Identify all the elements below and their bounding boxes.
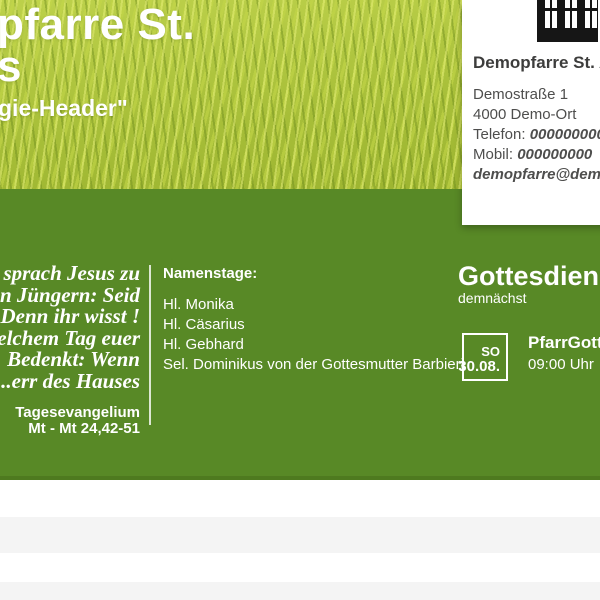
parish-name: Demopfarre St. Agnes: [473, 53, 600, 73]
page: pfarre St. s gie-Header" Demopfarre St. …: [0, 0, 600, 600]
daily-gospel-verse: sprach Jesus zu n Jüngern: Seid ! Denn i…: [0, 263, 140, 392]
info-band: sprach Jesus zu n Jüngern: Seid ! Denn i…: [0, 189, 600, 480]
site-title-line1: pfarre St.: [0, 3, 195, 47]
logo-window-icon: [585, 0, 597, 28]
event-time: 09:00 Uhr: [528, 356, 600, 373]
verse-line: err des Hauses...: [0, 371, 140, 393]
namenstage-item: Hl. Monika: [163, 295, 464, 315]
verse-line: n Jüngern: Seid: [0, 285, 140, 307]
service-event-row[interactable]: SO 30.08. PfarrGottesdienst 09:00 Uhr: [462, 333, 600, 381]
verse-line: sprach Jesus zu: [0, 263, 140, 285]
namenstage-heading: Namenstage:: [163, 266, 464, 282]
content-band-gray-1: [0, 517, 600, 553]
services-heading: Gottesdienste: [458, 262, 600, 290]
services-subheading: demnächst: [458, 290, 600, 306]
mobile-label: Mobil:: [473, 146, 513, 163]
namenstage-section: Namenstage: Hl. Monika Hl. Cäsarius Hl. …: [163, 266, 464, 375]
address-street: Demostraße 1: [473, 85, 600, 105]
namenstage-item: Hl. Gebhard: [163, 335, 464, 355]
site-subtitle: gie-Header": [0, 97, 128, 120]
event-title: PfarrGottesdienst: [528, 333, 600, 352]
vertical-divider: [149, 265, 151, 425]
contact-card: Demopfarre St. Agnes Demostraße 1 4000 D…: [462, 0, 600, 225]
gospel-caption-reference: Mt - Mt 24,42-51: [0, 421, 140, 437]
logo-window-icon: [565, 0, 577, 28]
verse-line: elchem Tag euer: [0, 328, 140, 350]
header-grass-image: pfarre St. s gie-Header": [0, 0, 462, 189]
event-date-box: SO 30.08.: [462, 333, 508, 381]
site-title-line2: s: [0, 45, 21, 89]
content-band-gray-2: [0, 582, 600, 600]
mobile-line: Mobil: 000000000: [473, 145, 600, 165]
event-info: PfarrGottesdienst 09:00 Uhr: [528, 333, 600, 381]
namenstage-item: Hl. Cäsarius: [163, 315, 464, 335]
namenstage-list: Hl. Monika Hl. Cäsarius Hl. Gebhard Sel.…: [163, 295, 464, 375]
event-date: 30.08.: [458, 359, 500, 375]
namenstage-item: Sel. Dominikus von der Gottesmutter Barb…: [163, 355, 464, 375]
gospel-caption-title: Tagesevangelium: [0, 405, 140, 421]
event-day: SO: [481, 345, 500, 359]
verse-line: ! Denn ihr wisst: [0, 306, 140, 328]
email-link[interactable]: demopfarre@demopfa: [473, 165, 600, 185]
logo-window-icon: [545, 0, 557, 28]
address-city: 4000 Demo-Ort: [473, 105, 600, 125]
parish-building-logo-icon[interactable]: [537, 0, 598, 42]
phone-value: 000000000: [530, 126, 600, 143]
phone-label: Telefon:: [473, 126, 526, 143]
phone-line: Telefon: 000000000: [473, 125, 600, 145]
services-section: Gottesdienste demnächst SO 30.08. PfarrG…: [458, 262, 600, 381]
verse-line: Bedenkt: Wenn: [0, 349, 140, 371]
mobile-value: 000000000: [517, 146, 592, 163]
